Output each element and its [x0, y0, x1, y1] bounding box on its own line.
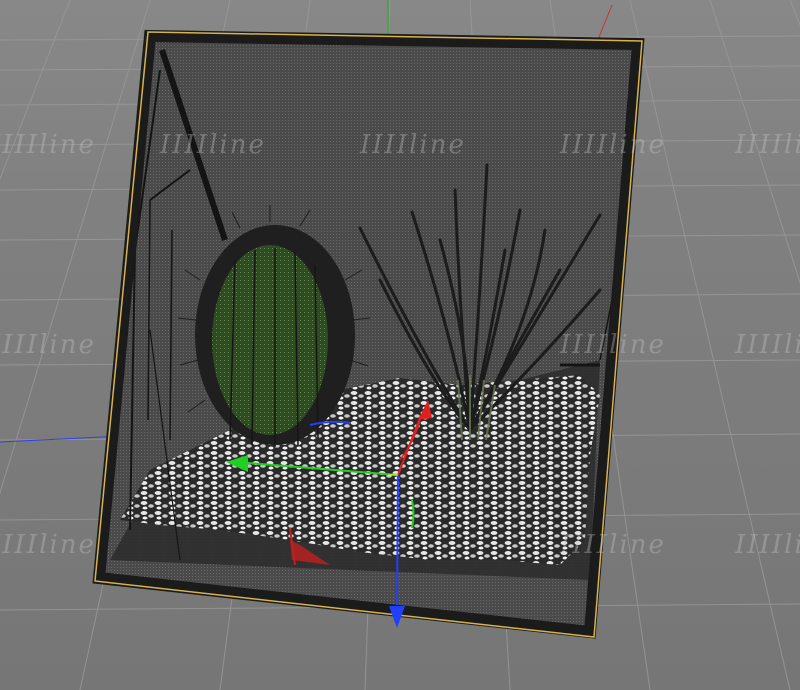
viewport-scene — [0, 0, 800, 690]
3d-viewport[interactable]: IIIIline IIIIline IIIIline IIIIline IIII… — [0, 0, 800, 690]
